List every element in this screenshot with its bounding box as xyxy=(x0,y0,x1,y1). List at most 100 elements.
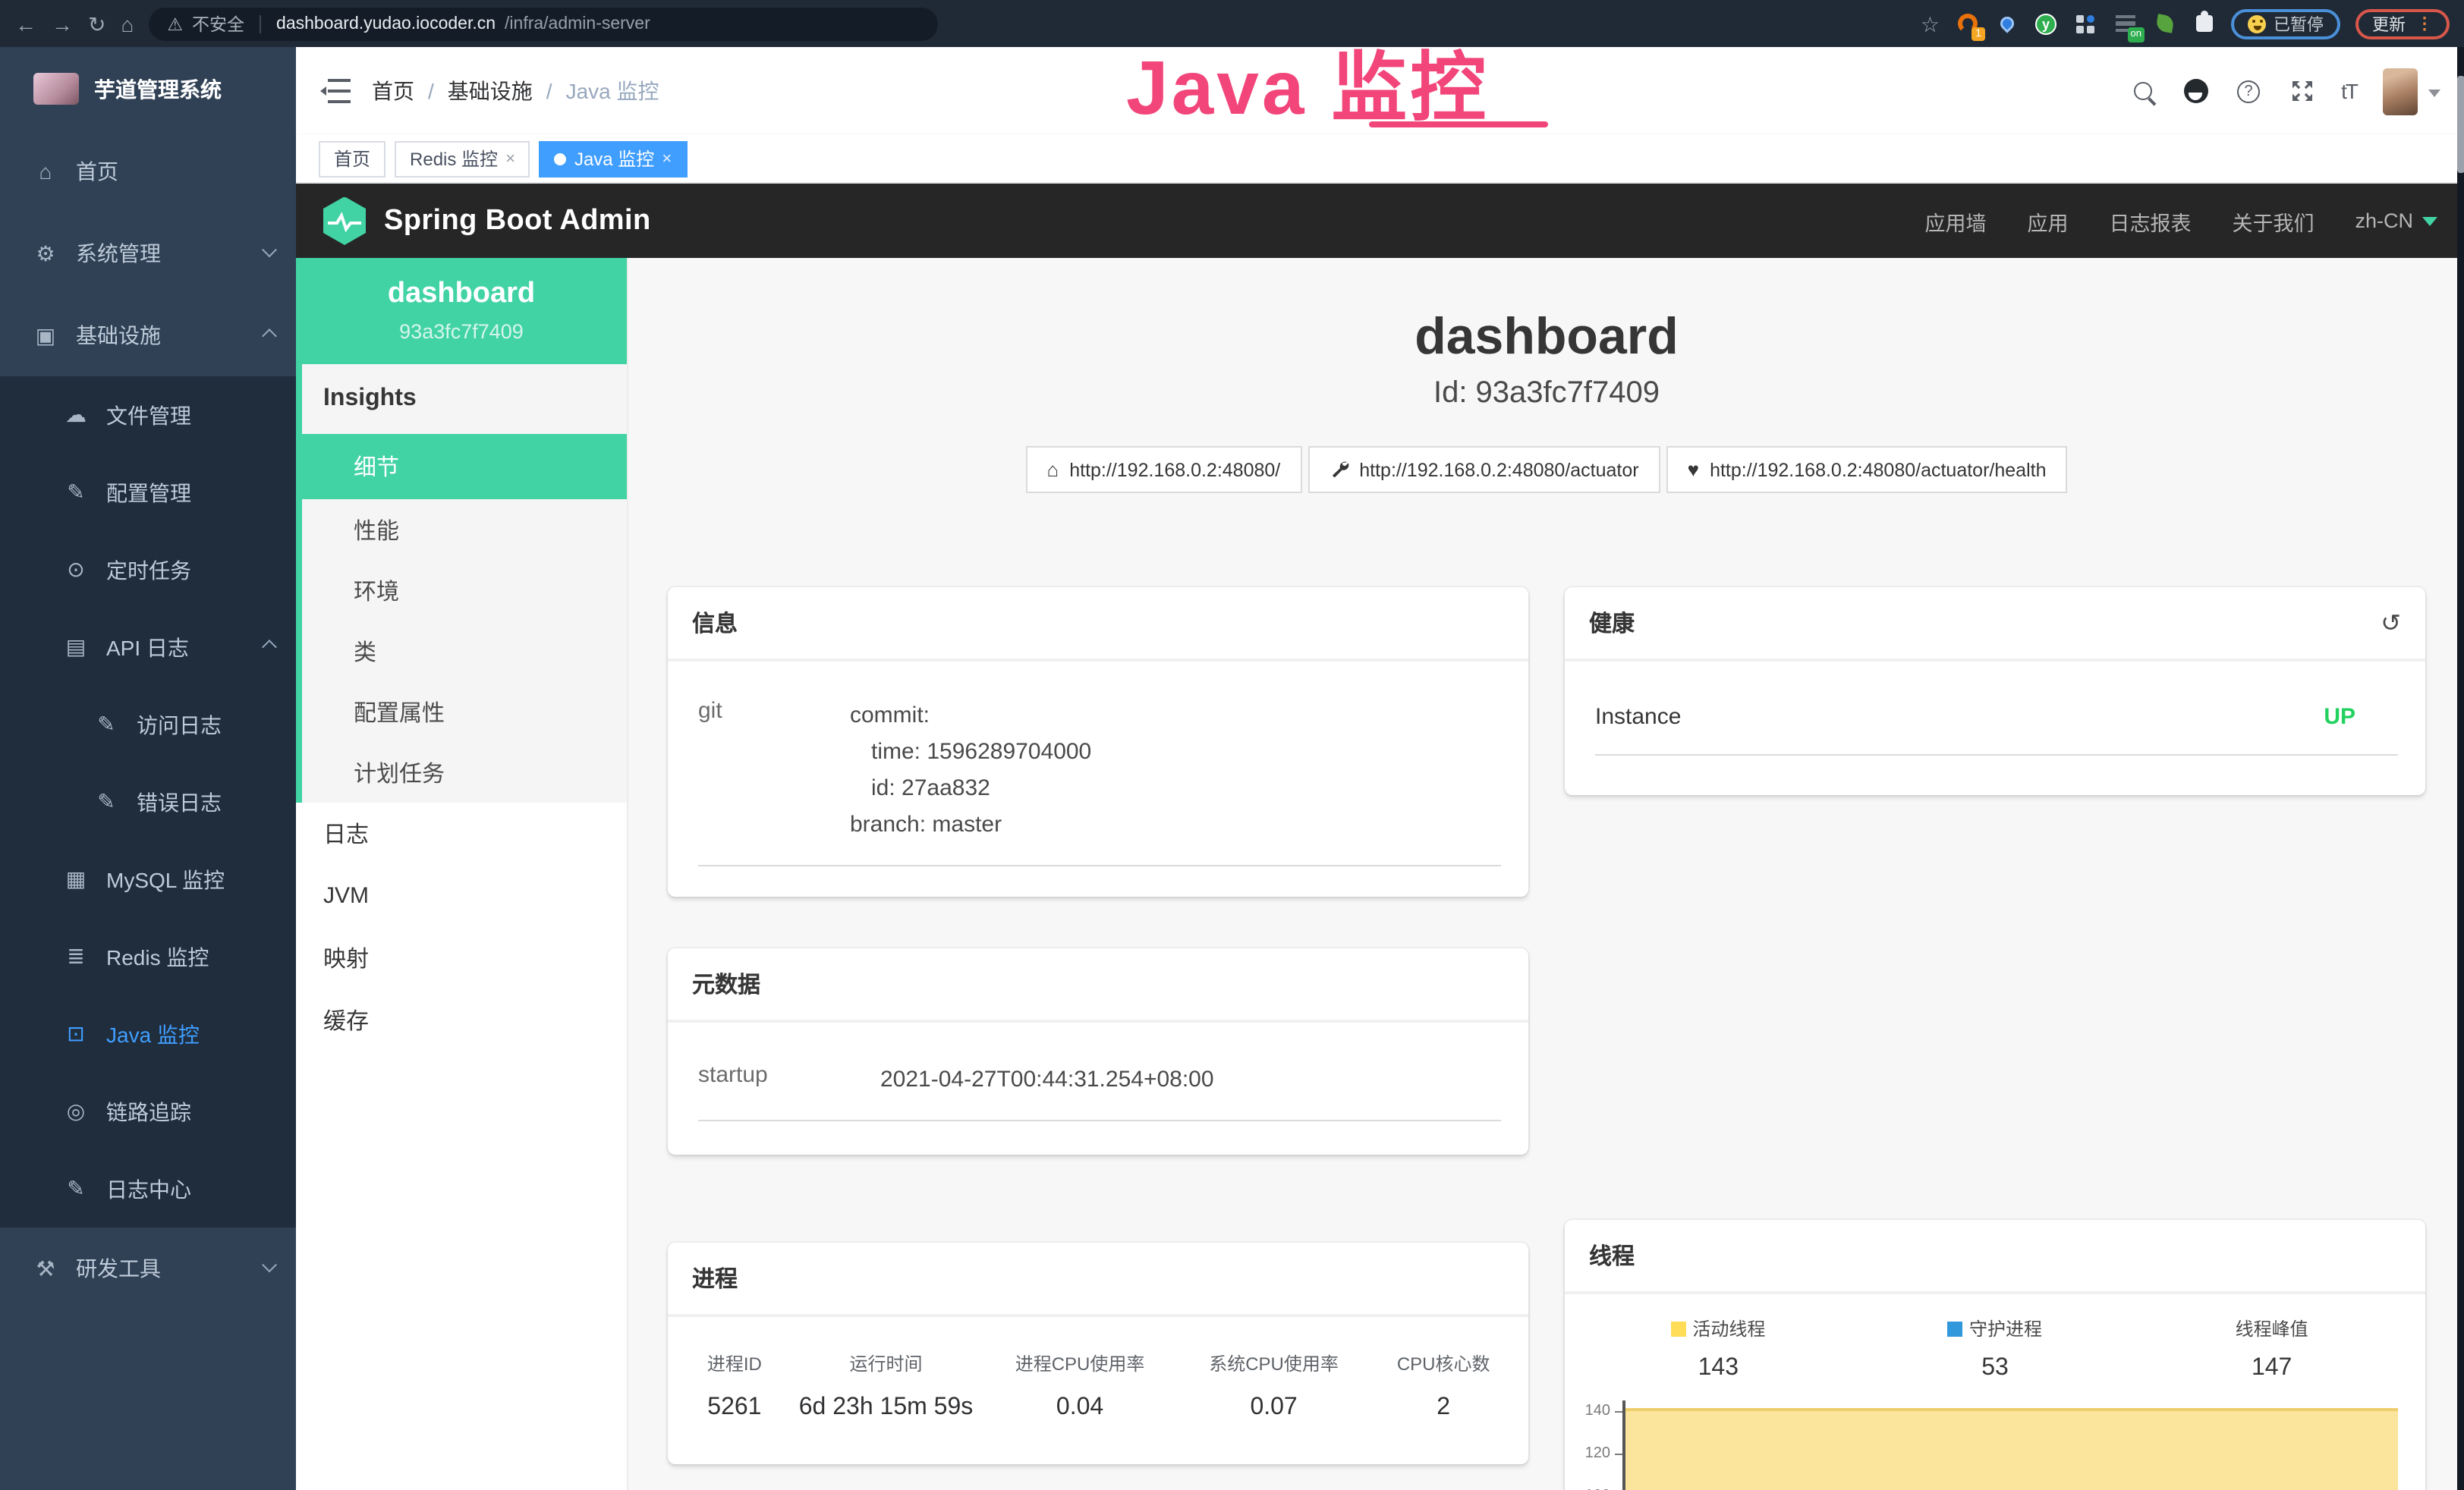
instance-detail-panel: dashboard Id: 93a3fc7f7409 ⌂ http://192.… xyxy=(628,258,2464,1490)
tab-home[interactable]: 首页 xyxy=(319,140,385,177)
sidebar-item-error-log[interactable]: ✎ 错误日志 xyxy=(0,763,296,841)
menu-item-jvm[interactable]: JVM xyxy=(296,865,627,927)
menu-item-environment[interactable]: 环境 xyxy=(302,560,627,621)
health-url-button[interactable]: ♥ http://192.168.0.2:48080/actuator/heal… xyxy=(1666,446,2068,493)
sidebar-item-system[interactable]: ⚙ 系统管理 xyxy=(0,212,296,294)
process-card: 进程 进程ID 运行时间 进程CPU使用率 系统CPU使用率 CPU核心数 xyxy=(668,1243,1528,1464)
fullscreen-icon[interactable] xyxy=(2288,77,2315,105)
menu-section-insights[interactable]: Insights xyxy=(302,364,627,434)
sidebar-item-log-center[interactable]: ✎ 日志中心 xyxy=(0,1150,296,1228)
browser-forward-icon[interactable]: → xyxy=(52,13,73,34)
process-table-values: 5261 6d 23h 15m 59s 0.04 0.07 2 xyxy=(680,1394,1516,1422)
sidebar-item-infrastructure[interactable]: ▣ 基础设施 xyxy=(0,294,296,376)
help-icon[interactable]: ? xyxy=(2235,77,2262,105)
font-size-icon[interactable]: tT xyxy=(2341,79,2357,103)
edit-icon: ✎ xyxy=(64,1176,88,1202)
sba-nav-applications[interactable]: 应用 xyxy=(2027,206,2068,236)
history-icon[interactable]: ↺ xyxy=(2381,608,2401,638)
sidebar-item-dev-tools[interactable]: ⚒ 研发工具 xyxy=(0,1228,296,1309)
extension-switch-icon[interactable]: on xyxy=(2113,11,2137,36)
browser-reload-icon[interactable]: ↻ xyxy=(88,13,105,34)
bookmark-star-icon[interactable]: ☆ xyxy=(1921,13,1940,34)
extension-grid-icon[interactable] xyxy=(2073,11,2097,36)
sidebar-item-config-management[interactable]: ✎ 配置管理 xyxy=(0,454,296,531)
close-icon[interactable]: × xyxy=(505,149,515,168)
browser-menu-icon[interactable]: ⋮ xyxy=(2416,14,2433,33)
tab-redis-monitor[interactable]: Redis 监控 × xyxy=(395,140,530,177)
service-url-button[interactable]: ⌂ http://192.168.0.2:48080/ xyxy=(1026,446,1302,493)
extension-leaf-icon[interactable] xyxy=(2152,11,2176,36)
app-sidebar: 芋道管理系统 ⌂ 首页 ⚙ 系统管理 ▣ 基础设施 xyxy=(0,47,296,1490)
sba-nav: 应用墙 应用 日志报表 关于我们 zh-CN xyxy=(1924,206,2437,236)
sidebar-item-file-management[interactable]: ☁ 文件管理 xyxy=(0,376,296,454)
address-bar[interactable]: ⚠ 不安全 dashboard.yudao.iocoder.cn/infra/a… xyxy=(149,7,938,40)
window-scrollbar[interactable] xyxy=(2457,47,2464,1490)
sidebar-item-home[interactable]: ⌂ 首页 xyxy=(0,130,296,212)
menu-item-config-props[interactable]: 配置属性 xyxy=(302,681,627,742)
browser-update-button[interactable]: 更新 ⋮ xyxy=(2355,8,2450,39)
user-menu[interactable] xyxy=(2383,68,2440,115)
actuator-url-button[interactable]: http://192.168.0.2:48080/actuator xyxy=(1308,446,1660,493)
info-key: git xyxy=(698,698,850,844)
sba-nav-journal[interactable]: 日志报表 xyxy=(2109,206,2191,236)
close-icon[interactable]: × xyxy=(662,149,672,168)
uptime-value: 6d 23h 15m 59s xyxy=(789,1394,983,1422)
tab-java-monitor[interactable]: Java 监控 × xyxy=(540,140,687,177)
chevron-down-icon xyxy=(262,241,277,256)
instance-header[interactable]: dashboard 93a3fc7f7409 xyxy=(296,258,627,364)
extension-puzzle-icon[interactable] xyxy=(2192,11,2216,36)
menu-item-scheduled-tasks[interactable]: 计划任务 xyxy=(302,742,627,803)
chevron-up-icon xyxy=(262,328,277,343)
search-icon[interactable] xyxy=(2129,77,2156,105)
menu-item-mappings[interactable]: 映射 xyxy=(296,927,627,989)
paused-label: 已暂停 xyxy=(2274,11,2324,36)
breadcrumb-infrastructure[interactable]: 基础设施 xyxy=(448,76,533,106)
threads-chart: 140 120 100 xyxy=(1565,1400,2425,1490)
sidebar-item-api-log[interactable]: ▤ API 日志 xyxy=(0,608,296,686)
extension-pin-icon[interactable] xyxy=(1994,11,2019,36)
security-label[interactable]: 不安全 xyxy=(192,11,244,36)
sidebar-item-java-monitor[interactable]: ⊡ Java 监控 xyxy=(0,995,296,1073)
sidebar-item-tracing[interactable]: ◎ 链路追踪 xyxy=(0,1073,296,1150)
address-divider xyxy=(260,14,261,33)
metadata-value: 2021-04-27T00:44:31.254+08:00 xyxy=(880,1062,1501,1099)
chevron-down-icon xyxy=(262,1256,277,1272)
profile-emoji-icon xyxy=(2248,14,2266,33)
screen: ← → ↻ ⌂ ⚠ 不安全 dashboard.yudao.iocoder.cn… xyxy=(0,0,2464,1490)
extension-y-icon[interactable]: y xyxy=(2034,11,2058,36)
active-tab-dot xyxy=(555,152,567,165)
menu-item-details[interactable]: 细节 xyxy=(302,434,627,499)
menu-item-classes[interactable]: 类 xyxy=(302,621,627,681)
thread-stats: 活动线程 143 守护进程 xyxy=(1565,1294,2425,1382)
breadcrumb-current: Java 监控 xyxy=(566,76,659,106)
github-icon[interactable] xyxy=(2182,77,2209,105)
menu-item-logs[interactable]: 日志 xyxy=(296,803,627,865)
sidebar-item-access-log[interactable]: ✎ 访问日志 xyxy=(0,686,296,763)
threads-card: 线程 活动线程 143 xyxy=(1565,1220,2425,1490)
breadcrumb-separator: / xyxy=(428,79,434,103)
browser-home-icon[interactable]: ⌂ xyxy=(121,13,134,34)
sidebar-item-scheduled-jobs[interactable]: ⊙ 定时任务 xyxy=(0,531,296,608)
profile-paused-chip[interactable]: 已暂停 xyxy=(2231,8,2340,39)
sidebar-item-mysql-monitor[interactable]: ▦ MySQL 监控 xyxy=(0,841,296,918)
breadcrumb-home[interactable]: 首页 xyxy=(372,76,414,106)
menu-item-metrics[interactable]: 性能 xyxy=(302,499,627,560)
edit-icon: ✎ xyxy=(94,789,118,815)
menu-item-caches[interactable]: 缓存 xyxy=(296,989,627,1051)
health-card-title: 健康 xyxy=(1589,607,1635,639)
scrollbar-thumb[interactable] xyxy=(2457,76,2464,173)
sba-nav-about[interactable]: 关于我们 xyxy=(2232,206,2314,236)
daemon-threads-stat: 守护进程 53 xyxy=(1857,1316,2134,1382)
sba-header: Spring Boot Admin 应用墙 应用 日志报表 关于我们 zh-CN xyxy=(296,184,2464,258)
sidebar-collapse-icon[interactable] xyxy=(320,79,351,103)
avatar[interactable] xyxy=(2383,68,2418,115)
extension-colorzilla-icon[interactable]: 1 xyxy=(1955,11,1979,36)
sba-nav-wallboard[interactable]: 应用墙 xyxy=(1924,206,1986,236)
sidebar-item-redis-monitor[interactable]: ≣ Redis 监控 xyxy=(0,918,296,995)
screen-icon: ⊡ xyxy=(64,1021,88,1047)
sba-locale-select[interactable]: zh-CN xyxy=(2355,209,2437,232)
security-warning-icon[interactable]: ⚠ xyxy=(167,13,183,34)
sba-brand-title[interactable]: Spring Boot Admin xyxy=(384,204,651,237)
instance-links: ⌂ http://192.168.0.2:48080/ http://192.1… xyxy=(668,446,2425,493)
browser-back-icon[interactable]: ← xyxy=(15,13,36,34)
